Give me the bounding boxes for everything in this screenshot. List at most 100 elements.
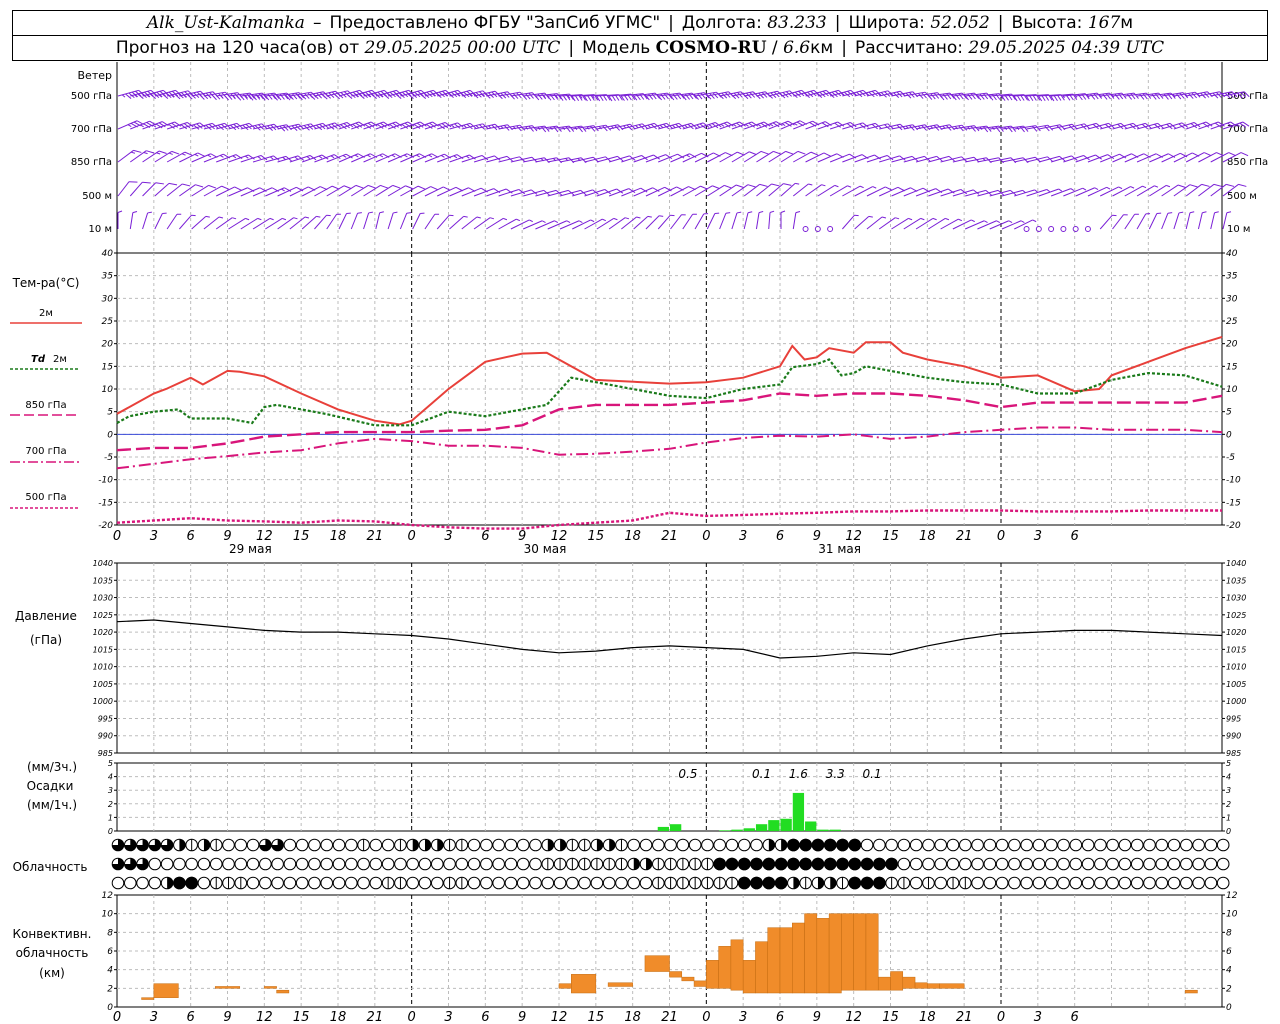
wind-barb-half-feather — [745, 123, 749, 127]
cloud-cover-circle — [332, 876, 346, 890]
wind-barb-half-feather — [117, 210, 123, 213]
cloud-cover-circle — [664, 838, 677, 852]
cloud-cover-circle — [455, 857, 469, 871]
hour-tick-label: 0 — [997, 529, 1005, 544]
cloud-cover-circle — [516, 857, 530, 871]
wind-barb — [1124, 213, 1139, 230]
hour-tick-label-bottom: 12 — [551, 1010, 568, 1024]
hour-tick-label-bottom: 0 — [408, 1010, 416, 1024]
wind-barb-half-feather — [127, 124, 132, 127]
wind-barb-half-feather — [1167, 212, 1173, 214]
wind-barb-shaft — [1026, 156, 1048, 163]
cloud-cover-circle — [1069, 857, 1083, 871]
conv-tick-label: 0 — [107, 1003, 113, 1013]
temp-tick-label-right: -10 — [1226, 476, 1241, 486]
cloud-cover-circle — [1106, 857, 1119, 871]
conv-cloud-bar — [927, 983, 940, 989]
wind-barb-feather — [982, 93, 989, 100]
precip-3h-total: 3.3 — [826, 767, 845, 781]
wind-barb-shaft — [1099, 214, 1113, 230]
wind-level-label-right: 10 м — [1227, 224, 1250, 235]
wind-barb-shaft — [572, 189, 593, 197]
wind-barb-half-feather — [624, 217, 630, 220]
conv-cloud-bar — [853, 913, 867, 991]
cloud-cover-circle — [590, 876, 604, 890]
wind-barb — [780, 210, 786, 229]
cloud-cover-circle — [381, 838, 395, 852]
cloud-cover-fill — [412, 839, 419, 851]
wind-barb — [928, 92, 955, 101]
wind-barb-shaft — [608, 188, 629, 197]
pressure-tick-label: 1025 — [93, 611, 113, 620]
temp-tick-label-right: -5 — [1226, 453, 1235, 463]
cloud-cover-circle — [1081, 876, 1095, 890]
wind-barb-half-feather — [232, 155, 237, 159]
wind-barb-shaft — [1001, 189, 1023, 197]
wind-barb — [940, 218, 963, 230]
wind-barb — [350, 212, 362, 230]
wind-barb-shaft — [989, 189, 1011, 197]
wind-barb-feather — [771, 183, 780, 187]
wind-barb-shaft — [866, 216, 883, 230]
wind-barb-feather — [525, 93, 531, 100]
pressure-panel-frame — [116, 562, 1223, 754]
cloud-cover-fill — [173, 876, 186, 890]
wind-barb-half-feather — [156, 152, 161, 155]
wind-barb-shaft — [584, 156, 606, 163]
wind-barb-half-feather — [147, 211, 152, 214]
cloud-cover-circle — [1057, 876, 1070, 890]
cloud-cover-circle — [1008, 857, 1021, 871]
wind-barb-half-feather — [1226, 211, 1232, 214]
hour-tick-label: 15 — [293, 529, 310, 544]
wind-barb-shaft — [350, 213, 359, 230]
cloud-cover-fill — [793, 877, 800, 889]
cloud-cover-fill — [848, 857, 862, 871]
hour-tick-label-bottom: 9 — [813, 1010, 821, 1024]
cloud-cover-circle — [934, 838, 948, 852]
hour-tick-label-bottom: 12 — [256, 1010, 273, 1024]
wind-barb-half-feather — [945, 217, 950, 221]
cloud-cover-circle — [516, 876, 530, 890]
wind-barb-feather — [735, 184, 744, 188]
wind-barb-shaft — [203, 216, 220, 230]
wind-barb-half-feather — [696, 124, 700, 128]
wind-barb-half-feather — [207, 94, 212, 99]
wind-barb-shaft — [547, 189, 569, 197]
wind-barb-shaft — [129, 181, 143, 197]
cloud-cover-circle — [995, 857, 1009, 871]
wind-barb-half-feather — [659, 124, 664, 128]
precip-tick-label: 0 — [108, 827, 113, 836]
wind-barb-half-feather — [566, 220, 571, 224]
pressure-tick-label-right: 1005 — [1226, 680, 1246, 689]
cloud-cover-circle — [627, 838, 641, 852]
wind-barb-shaft — [142, 212, 149, 230]
wind-barb-half-feather — [684, 124, 688, 128]
wind-barb — [743, 211, 753, 230]
wind-barb — [215, 217, 237, 230]
cloud-cover-fill — [860, 876, 874, 890]
wind-barb-shaft — [301, 215, 317, 230]
wind-barb-half-feather — [769, 123, 774, 127]
wind-barb — [326, 213, 341, 230]
cloud-cover-circle — [1192, 838, 1205, 852]
wind-barb-feather — [528, 92, 534, 99]
wind-barb-half-feather — [795, 182, 800, 185]
wind-barb — [1148, 212, 1162, 230]
cloud-cover-circle — [1008, 838, 1021, 852]
wind-level-label: 10 м — [89, 224, 112, 235]
wind-barb — [817, 184, 839, 197]
wind-barb-half-feather — [143, 151, 148, 155]
cloud-cover-circle — [639, 838, 653, 852]
wind-barb-half-feather — [1178, 211, 1184, 214]
cloud-cover-circle — [615, 876, 628, 890]
wind-barb-half-feather — [1154, 185, 1159, 188]
wind-barb-feather — [930, 93, 936, 100]
cloud-cover-circle — [1008, 876, 1021, 890]
wind-barb-shaft — [1038, 188, 1059, 197]
wind-barb-half-feather — [872, 186, 877, 189]
day-label: 31 мая — [818, 542, 861, 556]
wind-barb-half-feather — [1118, 186, 1123, 190]
wind-barb-shaft — [719, 213, 727, 230]
wind-barb-half-feather — [281, 188, 285, 192]
cloud-cover-fill — [768, 839, 775, 851]
